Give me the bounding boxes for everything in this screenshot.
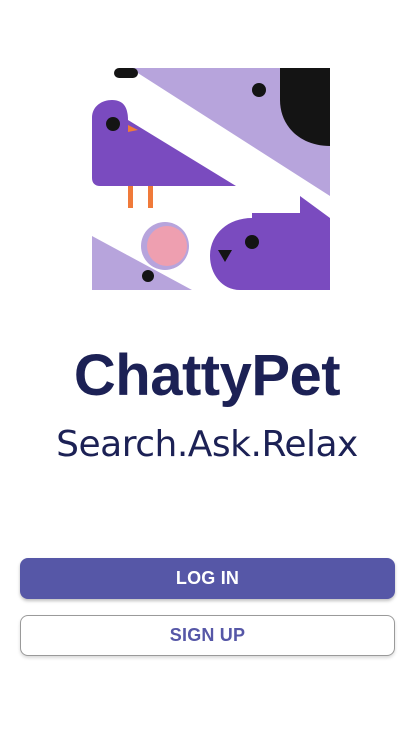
bird-eye [106, 117, 120, 131]
app-tagline: Search.Ask.Relax [56, 424, 358, 465]
logo-eye-bottom-left [142, 270, 154, 282]
cat-eye [245, 235, 259, 249]
signup-button[interactable]: SIGN UP [20, 615, 395, 656]
login-button[interactable]: LOG IN [20, 558, 395, 599]
app-logo-illustration [90, 68, 330, 294]
bird-leg-left [128, 186, 133, 208]
logo-black-cap [114, 68, 138, 78]
app-title: ChattyPet [73, 343, 341, 408]
bird-leg-right [148, 186, 153, 208]
logo-eye-top [252, 83, 266, 97]
ball-inner [147, 226, 187, 266]
cat-body-icon [210, 196, 330, 290]
